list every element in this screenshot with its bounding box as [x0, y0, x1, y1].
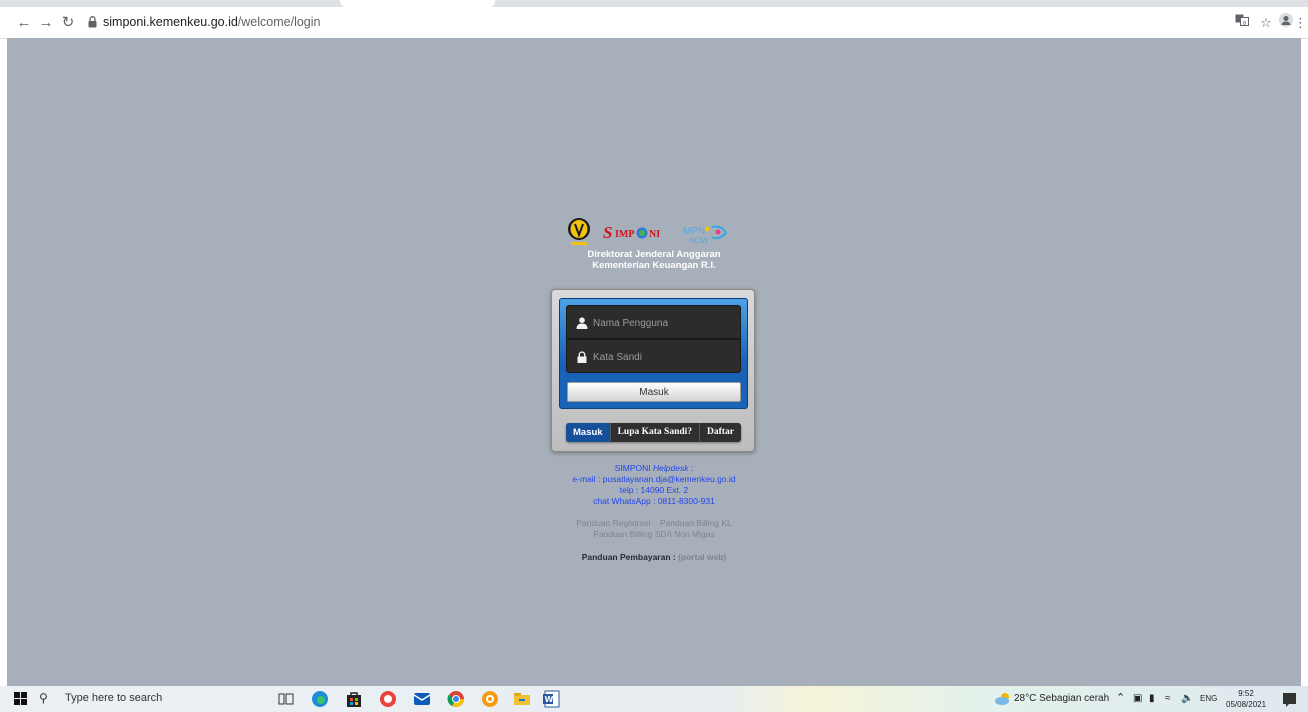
- tab-daftar[interactable]: Daftar: [700, 423, 741, 442]
- file-explorer-icon[interactable]: [513, 690, 531, 708]
- payment-portal-link[interactable]: (portal web): [678, 552, 726, 562]
- helpdesk-email[interactable]: e-mail : pusatlayanan.dja@kemenkeu.go.id: [7, 474, 1301, 484]
- word-app-icon[interactable]: W: [542, 690, 560, 708]
- task-view-icon[interactable]: [277, 690, 295, 708]
- translate-icon[interactable]: a: [1232, 13, 1252, 33]
- system-clock[interactable]: 9:52 05/08/2021: [1226, 688, 1266, 710]
- reload-icon[interactable]: ↻: [58, 13, 78, 33]
- lock-icon: [88, 16, 97, 28]
- browser-tab-strip: [0, 0, 1308, 7]
- org-name-line2: Kementerian Keuangan R.I.: [592, 260, 716, 271]
- orange-app-icon[interactable]: [481, 690, 499, 708]
- svg-text:W: W: [545, 695, 554, 704]
- login-form: Masuk: [559, 298, 748, 409]
- forward-arrow-icon[interactable]: →: [36, 13, 56, 33]
- guide-links-row2: Panduan Billing SDA Non Migas: [7, 529, 1301, 539]
- clock-time: 9:52: [1238, 689, 1254, 698]
- svg-text:NOW: NOW: [689, 236, 709, 245]
- kemenkeu-emblem-icon: [568, 218, 590, 245]
- edge-browser-icon[interactable]: [311, 690, 329, 708]
- guide-billing-sda-link[interactable]: Panduan Billing SDA Non Migas: [593, 529, 714, 539]
- login-submit-button[interactable]: Masuk: [567, 382, 741, 402]
- weather-text[interactable]: 28°C Sebagian cerah: [1014, 693, 1109, 704]
- org-name-line1: Direktorat Jenderal Anggaran: [587, 249, 721, 260]
- password-field: [566, 339, 741, 373]
- username-field: [566, 305, 741, 339]
- back-arrow-icon[interactable]: ←: [14, 13, 34, 33]
- url-text: simponi.kemenkeu.go.id/welcome/login: [103, 15, 321, 29]
- browser-toolbar: ← → ↻ simponi.kemenkeu.go.id/welcome/log…: [0, 7, 1308, 39]
- battery-icon[interactable]: ▮: [1149, 693, 1155, 704]
- helpdesk-telp: telp : 14090 Ext. 2: [619, 485, 689, 495]
- tab-masuk[interactable]: Masuk: [566, 423, 610, 442]
- svg-text:NI: NI: [649, 229, 660, 240]
- svg-text:S: S: [603, 223, 612, 242]
- windows-taskbar: ⚲ Type here to search W 28°C Sebagian ce…: [0, 686, 1308, 712]
- chrome-browser-icon[interactable]: [447, 690, 465, 708]
- menu-dots-icon[interactable]: ⋮: [1294, 13, 1307, 33]
- profile-avatar-icon[interactable]: [1276, 13, 1296, 33]
- lock-icon: [577, 351, 587, 363]
- tab-lupa-kata-sandi[interactable]: Lupa Kata Sandi?: [609, 423, 701, 442]
- guide-registrasi-link[interactable]: Panduan Registrasi: [576, 518, 650, 528]
- notification-center-icon[interactable]: [1282, 690, 1298, 708]
- store-bag-icon[interactable]: [345, 690, 363, 708]
- logo-bar: S IMP NI MPN NOW: [567, 216, 747, 252]
- network-wifi-icon[interactable]: ≈: [1165, 693, 1171, 704]
- username-input[interactable]: [593, 314, 738, 332]
- simponi-logo: S IMP NI: [603, 223, 660, 242]
- payment-guide-label: Panduan Pembayaran :: [581, 552, 679, 562]
- user-icon: [576, 317, 588, 329]
- office-app-icon[interactable]: [379, 690, 397, 708]
- payment-guide: Panduan Pembayaran : (portal web): [7, 552, 1301, 562]
- clock-date: 05/08/2021: [1226, 700, 1267, 709]
- svg-text:a: a: [1243, 20, 1247, 27]
- active-browser-tab[interactable]: [340, 0, 495, 7]
- weather-cloud-icon[interactable]: [994, 690, 1012, 708]
- login-tabs: Masuk Lupa Kata Sandi? Daftar: [566, 423, 741, 442]
- language-indicator[interactable]: ENG: [1200, 694, 1217, 703]
- meet-now-icon[interactable]: ▣: [1133, 693, 1142, 704]
- password-input[interactable]: [593, 348, 738, 366]
- helpdesk-whatsapp[interactable]: chat WhatsApp : 0811-8300-931: [7, 496, 1301, 506]
- helpdesk-title: SIMPONI Helpdesk :: [614, 463, 694, 473]
- windows-start-icon[interactable]: [14, 692, 27, 705]
- star-bookmark-icon[interactable]: ☆: [1256, 13, 1276, 33]
- chevron-up-icon[interactable]: ⌃: [1116, 691, 1125, 704]
- volume-icon[interactable]: 🔈: [1181, 693, 1193, 704]
- mpn-now-logo: MPN NOW: [683, 225, 728, 245]
- svg-text:IMP: IMP: [615, 229, 634, 240]
- login-panel: Masuk Masuk Lupa Kata Sandi? Daftar: [551, 289, 755, 452]
- guide-billing-kl-link[interactable]: Panduan Billing KL: [660, 518, 732, 528]
- guide-links-row1: Panduan Registrasi Panduan Billing KL: [7, 518, 1301, 528]
- page-viewport: S IMP NI MPN NOW Direktorat Jenderal Ang…: [7, 38, 1301, 686]
- mail-icon[interactable]: [413, 690, 431, 708]
- taskbar-search-box[interactable]: ⚲ Type here to search: [37, 690, 277, 708]
- search-icon: ⚲: [39, 691, 48, 705]
- taskbar-search-placeholder: Type here to search: [65, 692, 163, 704]
- address-bar[interactable]: simponi.kemenkeu.go.id/welcome/login: [82, 10, 1232, 36]
